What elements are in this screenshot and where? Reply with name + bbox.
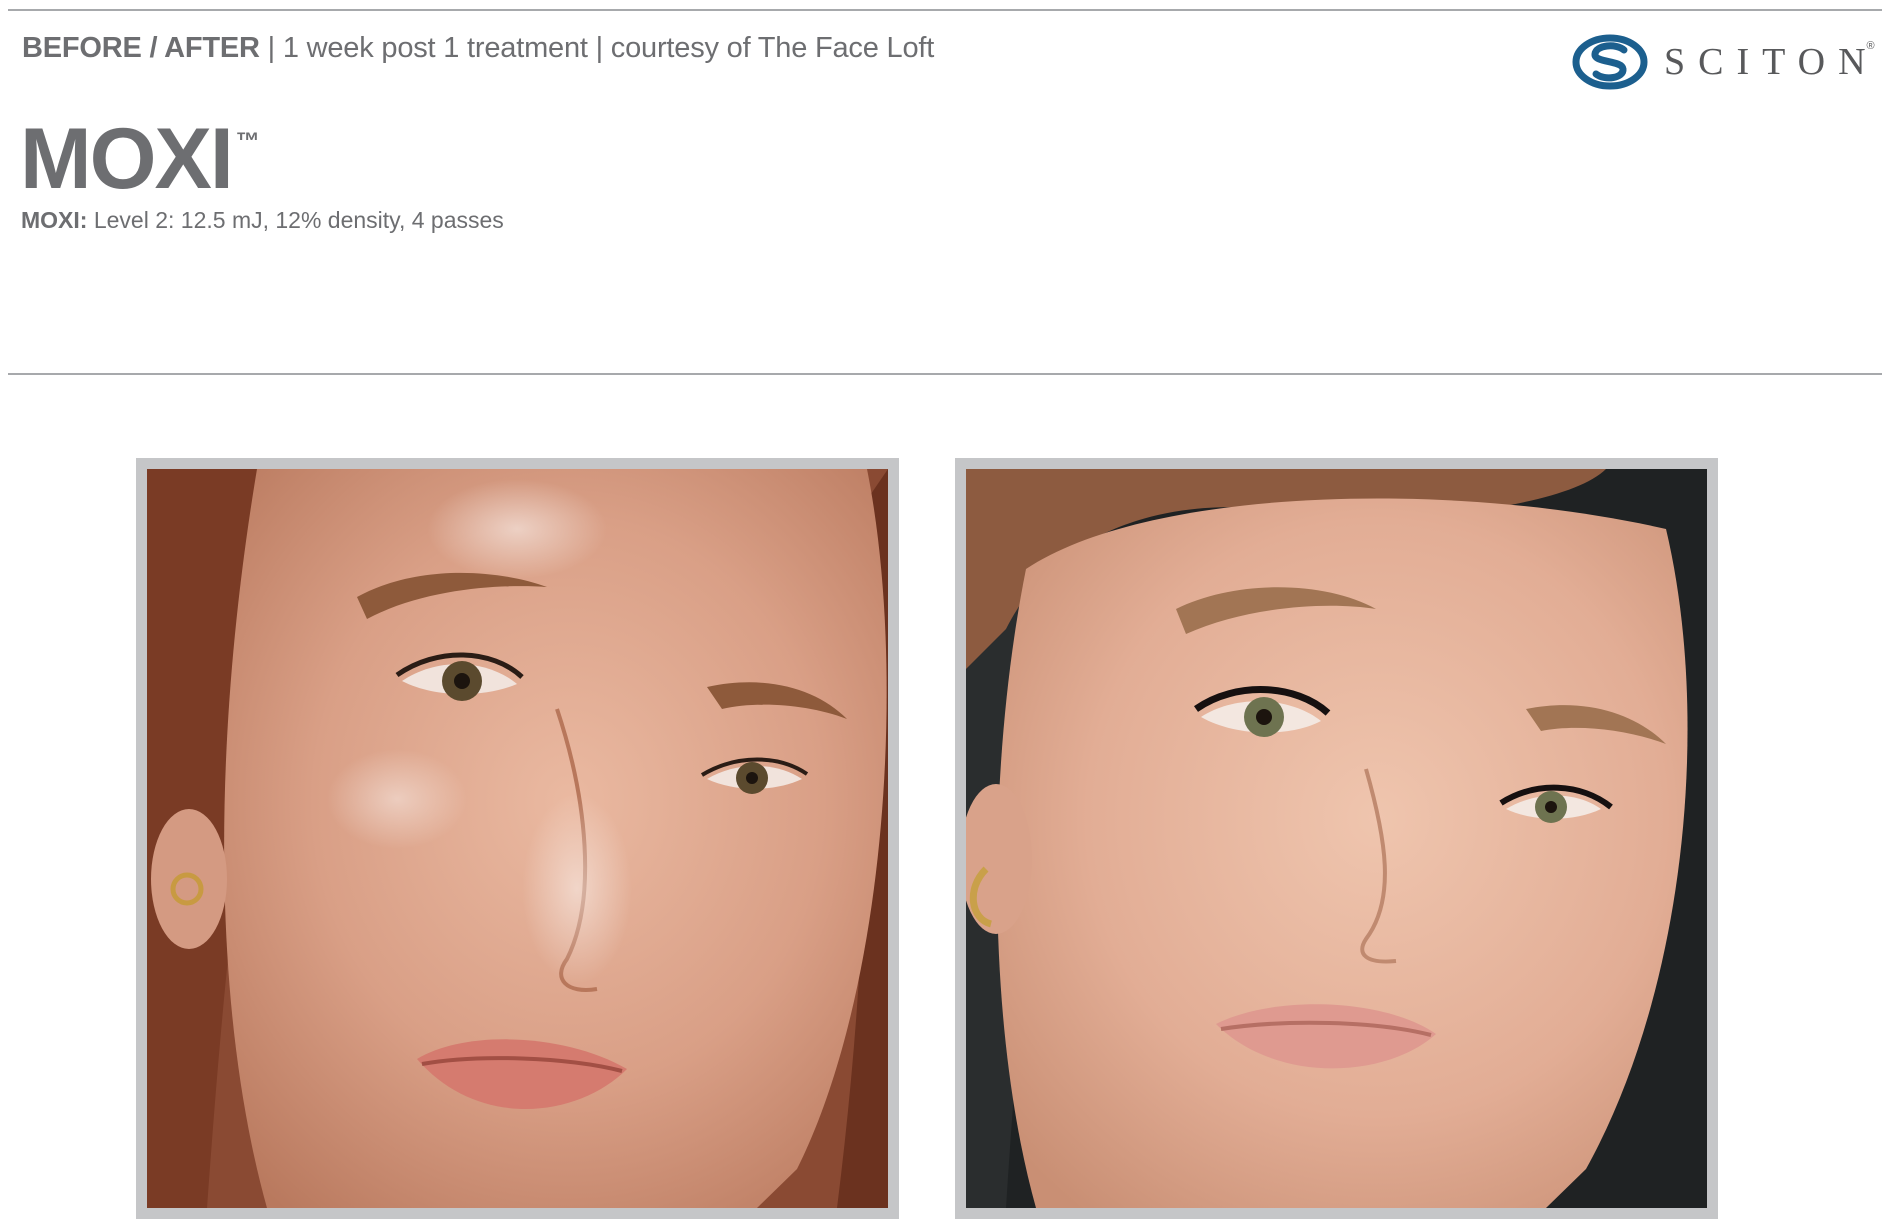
after-photo-frame [955,458,1718,1219]
before-photo [147,469,888,1208]
after-photo [966,469,1707,1208]
treatment-settings: MOXI: Level 2: 12.5 mJ, 12% density, 4 p… [21,207,504,234]
settings-label: MOXI: [21,207,88,233]
after-face-illustration [966,469,1707,1208]
before-photo-frame [136,458,899,1219]
page-title: MOXI ™ [20,116,260,202]
sciton-wordmark: SCITON [1664,41,1879,83]
treatment-credit: | 1 week post 1 treatment | courtesy of … [259,32,935,64]
sciton-swirl-icon [1572,34,1648,90]
before-after-caption: BEFORE / AFTER | 1 week post 1 treatment… [22,32,934,65]
settings-value: Level 2: 12.5 mJ, 12% density, 4 passes [87,207,504,233]
section-divider [8,373,1882,375]
before-face-illustration [147,469,888,1208]
sciton-logo: SCITON ® [1572,33,1887,91]
title-text: MOXI [20,111,234,207]
before-after-label: BEFORE / AFTER [22,32,260,64]
registered-mark: ® [1866,40,1875,52]
top-divider [8,9,1882,11]
trademark-mark: ™ [235,128,260,155]
